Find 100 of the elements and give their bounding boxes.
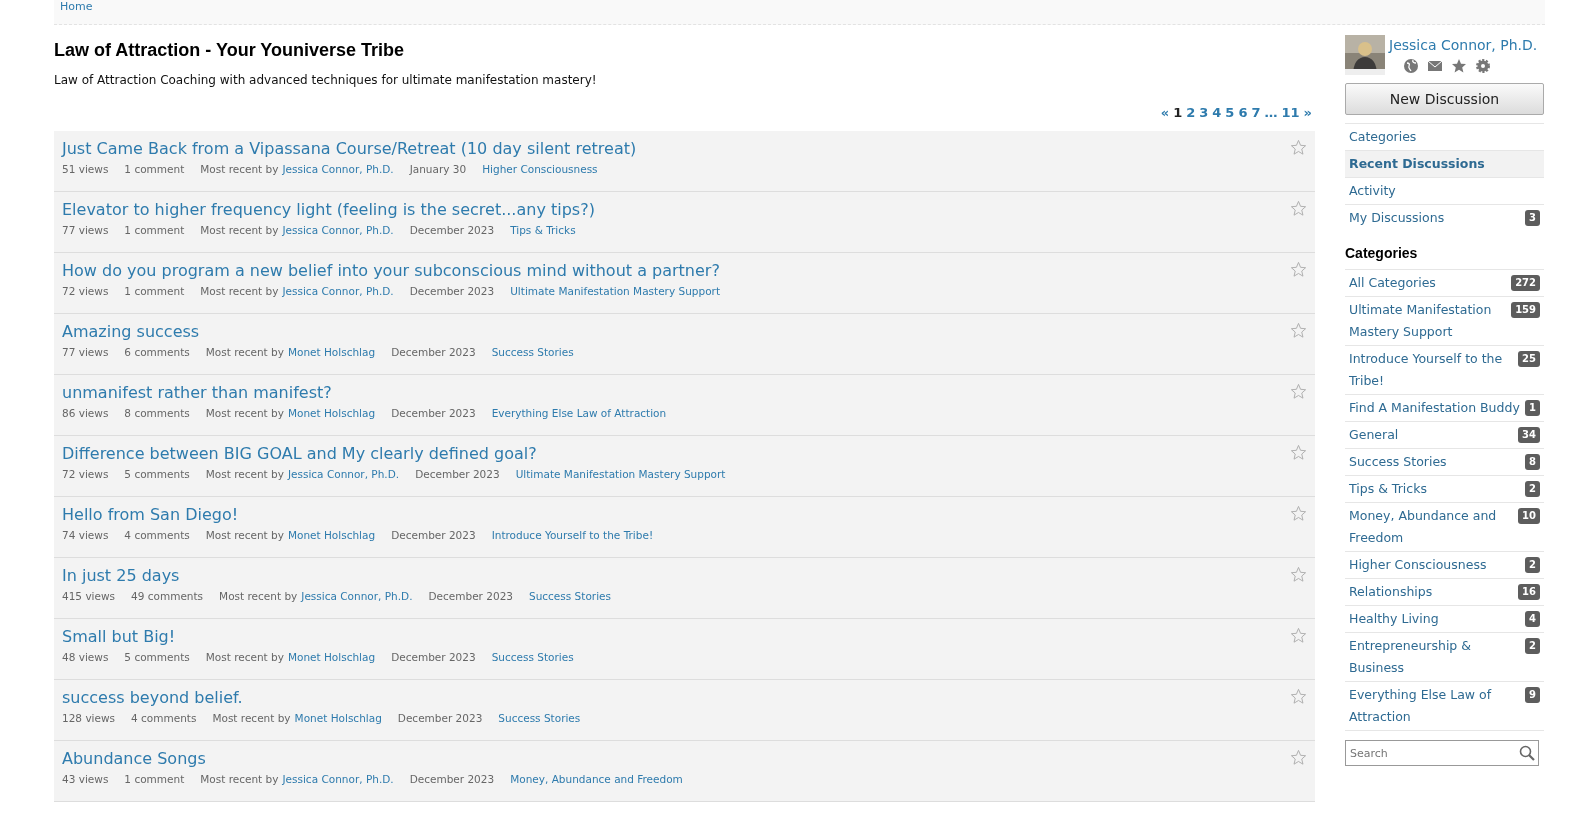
comment-count: 1 comment [124, 162, 185, 175]
discussion-title-link[interactable]: Elevator to higher frequency light (feeling is the secret...any tips?) [62, 198, 595, 221]
view-count: 77 views [62, 345, 109, 358]
category-label: Everything Else Law of Attraction [1349, 686, 1493, 726]
bookmark-star-icon[interactable] [1290, 748, 1307, 766]
post-date: December 2023 [397, 711, 483, 724]
category-link[interactable]: Success Stories [491, 650, 574, 663]
category-item[interactable]: Relationships 16 [1345, 578, 1544, 605]
search-icon[interactable] [1519, 745, 1535, 761]
new-discussion-button[interactable]: New Discussion [1345, 83, 1544, 115]
post-date: December 2023 [409, 284, 495, 297]
page-link[interactable]: 5 [1225, 103, 1235, 123]
count-badge: 8 [1525, 454, 1540, 470]
category-item[interactable]: Higher Consciousness 2 [1345, 551, 1544, 578]
globe-icon[interactable] [1403, 58, 1419, 74]
category-link[interactable]: Higher Consciousness [482, 162, 598, 175]
category-item[interactable]: Entrepreneurship & Business 2 [1345, 632, 1544, 681]
author-link[interactable]: Monet Holschlag [294, 711, 382, 724]
bookmark-star-icon[interactable] [1290, 443, 1307, 461]
post-date: December 2023 [391, 406, 476, 419]
discussion-title-link[interactable]: Abundance Songs [62, 747, 206, 770]
view-count: 77 views [62, 223, 109, 236]
category-item[interactable]: Money, Abundance and Freedom 10 [1345, 502, 1544, 551]
page-link[interactable]: 6 [1238, 103, 1248, 123]
category-link[interactable]: Success Stories [529, 589, 611, 602]
discussion-title-link[interactable]: Small but Big! [62, 625, 176, 648]
discussion-title-link[interactable]: success beyond belief. [62, 686, 243, 709]
category-item[interactable]: General 34 [1345, 421, 1544, 448]
bookmark-star-icon[interactable] [1290, 565, 1307, 583]
most-recent-label: Most recent by [200, 772, 279, 785]
bookmark-star-icon[interactable] [1290, 687, 1307, 705]
next-page-link[interactable]: » [1303, 103, 1312, 123]
page-link[interactable]: 7 [1251, 103, 1261, 123]
page-link[interactable]: 1 [1173, 103, 1183, 123]
author-link[interactable]: Jessica Connor, Ph.D. [282, 772, 394, 785]
bookmark-star-icon[interactable] [1290, 138, 1307, 156]
discussion-title-link[interactable]: In just 25 days [62, 564, 180, 587]
category-item[interactable]: Introduce Yourself to the Tribe! 25 [1345, 345, 1544, 394]
user-name-link[interactable]: Jessica Connor, Ph.D. [1389, 35, 1538, 56]
count-badge: 16 [1518, 584, 1540, 600]
sidebar-nav-item[interactable]: Activity [1345, 177, 1544, 204]
author-link[interactable]: Jessica Connor, Ph.D. [282, 162, 394, 175]
author-link[interactable]: Jessica Connor, Ph.D. [282, 223, 394, 236]
most-recent-label: Most recent by [205, 650, 284, 663]
category-link[interactable]: Introduce Yourself to the Tribe! [491, 528, 654, 541]
view-count: 72 views [62, 467, 109, 480]
page-link[interactable]: 2 [1186, 103, 1196, 123]
author-link[interactable]: Jessica Connor, Ph.D. [282, 284, 394, 297]
category-link[interactable]: Success Stories [498, 711, 581, 724]
envelope-icon[interactable] [1427, 58, 1443, 74]
category-link[interactable]: Tips & Tricks [510, 223, 576, 236]
breadcrumb-link[interactable]: Home [60, 0, 93, 13]
discussion-title-link[interactable]: Amazing success [62, 320, 200, 343]
settings-icon[interactable] [1475, 58, 1491, 74]
discussion-title-link[interactable]: Difference between BIG GOAL and My clearly defined goal? [62, 442, 537, 465]
author-link[interactable]: Monet Holschlag [287, 528, 376, 541]
author-link[interactable]: Monet Holschlag [287, 650, 376, 663]
view-count: 86 views [62, 406, 109, 419]
bookmark-star-icon[interactable] [1290, 382, 1307, 400]
category-link[interactable]: Money, Abundance and Freedom [510, 772, 683, 785]
bookmark-star-icon[interactable] [1290, 626, 1307, 644]
discussion-title-link[interactable]: Just Came Back from a Vipassana Course/Retreat (10 day silent retreat) [62, 137, 637, 160]
page-link[interactable]: 3 [1199, 103, 1209, 123]
sidebar-nav-item[interactable]: Recent Discussions [1345, 150, 1544, 177]
previous-page-link[interactable]: « [1160, 103, 1170, 123]
bookmark-star-icon[interactable] [1290, 260, 1307, 278]
bookmark-star-icon[interactable] [1290, 321, 1307, 339]
search-field[interactable]: Search [1345, 740, 1539, 766]
comment-count: 8 comments [124, 406, 190, 419]
author-link[interactable]: Monet Holschlag [287, 406, 376, 419]
category-label: General [1349, 426, 1399, 444]
category-item[interactable]: Find A Manifestation Buddy 1 [1345, 394, 1544, 421]
category-link[interactable]: Ultimate Manifestation Mastery Support [515, 467, 726, 480]
discussion-title-link[interactable]: unmanifest rather than manifest? [62, 381, 332, 404]
category-item[interactable]: All Categories 272 [1345, 269, 1544, 296]
category-item[interactable]: Tips & Tricks 2 [1345, 475, 1544, 502]
bookmark-star-icon[interactable] [1290, 199, 1307, 217]
author-link[interactable]: Jessica Connor, Ph.D. [287, 467, 400, 480]
page-link[interactable]: 4 [1212, 103, 1222, 123]
author-link[interactable]: Jessica Connor, Ph.D. [301, 589, 413, 602]
category-item[interactable]: Healthy Living 4 [1345, 605, 1544, 632]
category-item[interactable]: Success Stories 8 [1345, 448, 1544, 475]
discussion-title-link[interactable]: Hello from San Diego! [62, 503, 239, 526]
category-link[interactable]: Ultimate Manifestation Mastery Support [510, 284, 720, 297]
star-icon[interactable] [1451, 58, 1467, 74]
count-badge: 10 [1518, 508, 1540, 524]
author-link[interactable]: Monet Holschlag [287, 345, 376, 358]
view-count: 51 views [62, 162, 109, 175]
category-item[interactable]: Everything Else Law of Attraction 9 [1345, 681, 1544, 731]
category-link[interactable]: Success Stories [491, 345, 574, 358]
count-badge: 159 [1511, 302, 1540, 318]
page-link[interactable]: 11 [1281, 103, 1300, 123]
page-link[interactable]: … [1264, 103, 1278, 123]
sidebar-nav-item[interactable]: My Discussions 3 [1345, 204, 1544, 231]
count-badge: 2 [1525, 557, 1540, 573]
category-item[interactable]: Ultimate Manifestation Mastery Support 159 [1345, 296, 1544, 345]
discussion-title-link[interactable]: How do you program a new belief into your subconscious mind without a partner? [62, 259, 720, 282]
category-link[interactable]: Everything Else Law of Attraction [491, 406, 667, 419]
post-date: January 30 [409, 162, 467, 175]
bookmark-star-icon[interactable] [1290, 504, 1307, 522]
